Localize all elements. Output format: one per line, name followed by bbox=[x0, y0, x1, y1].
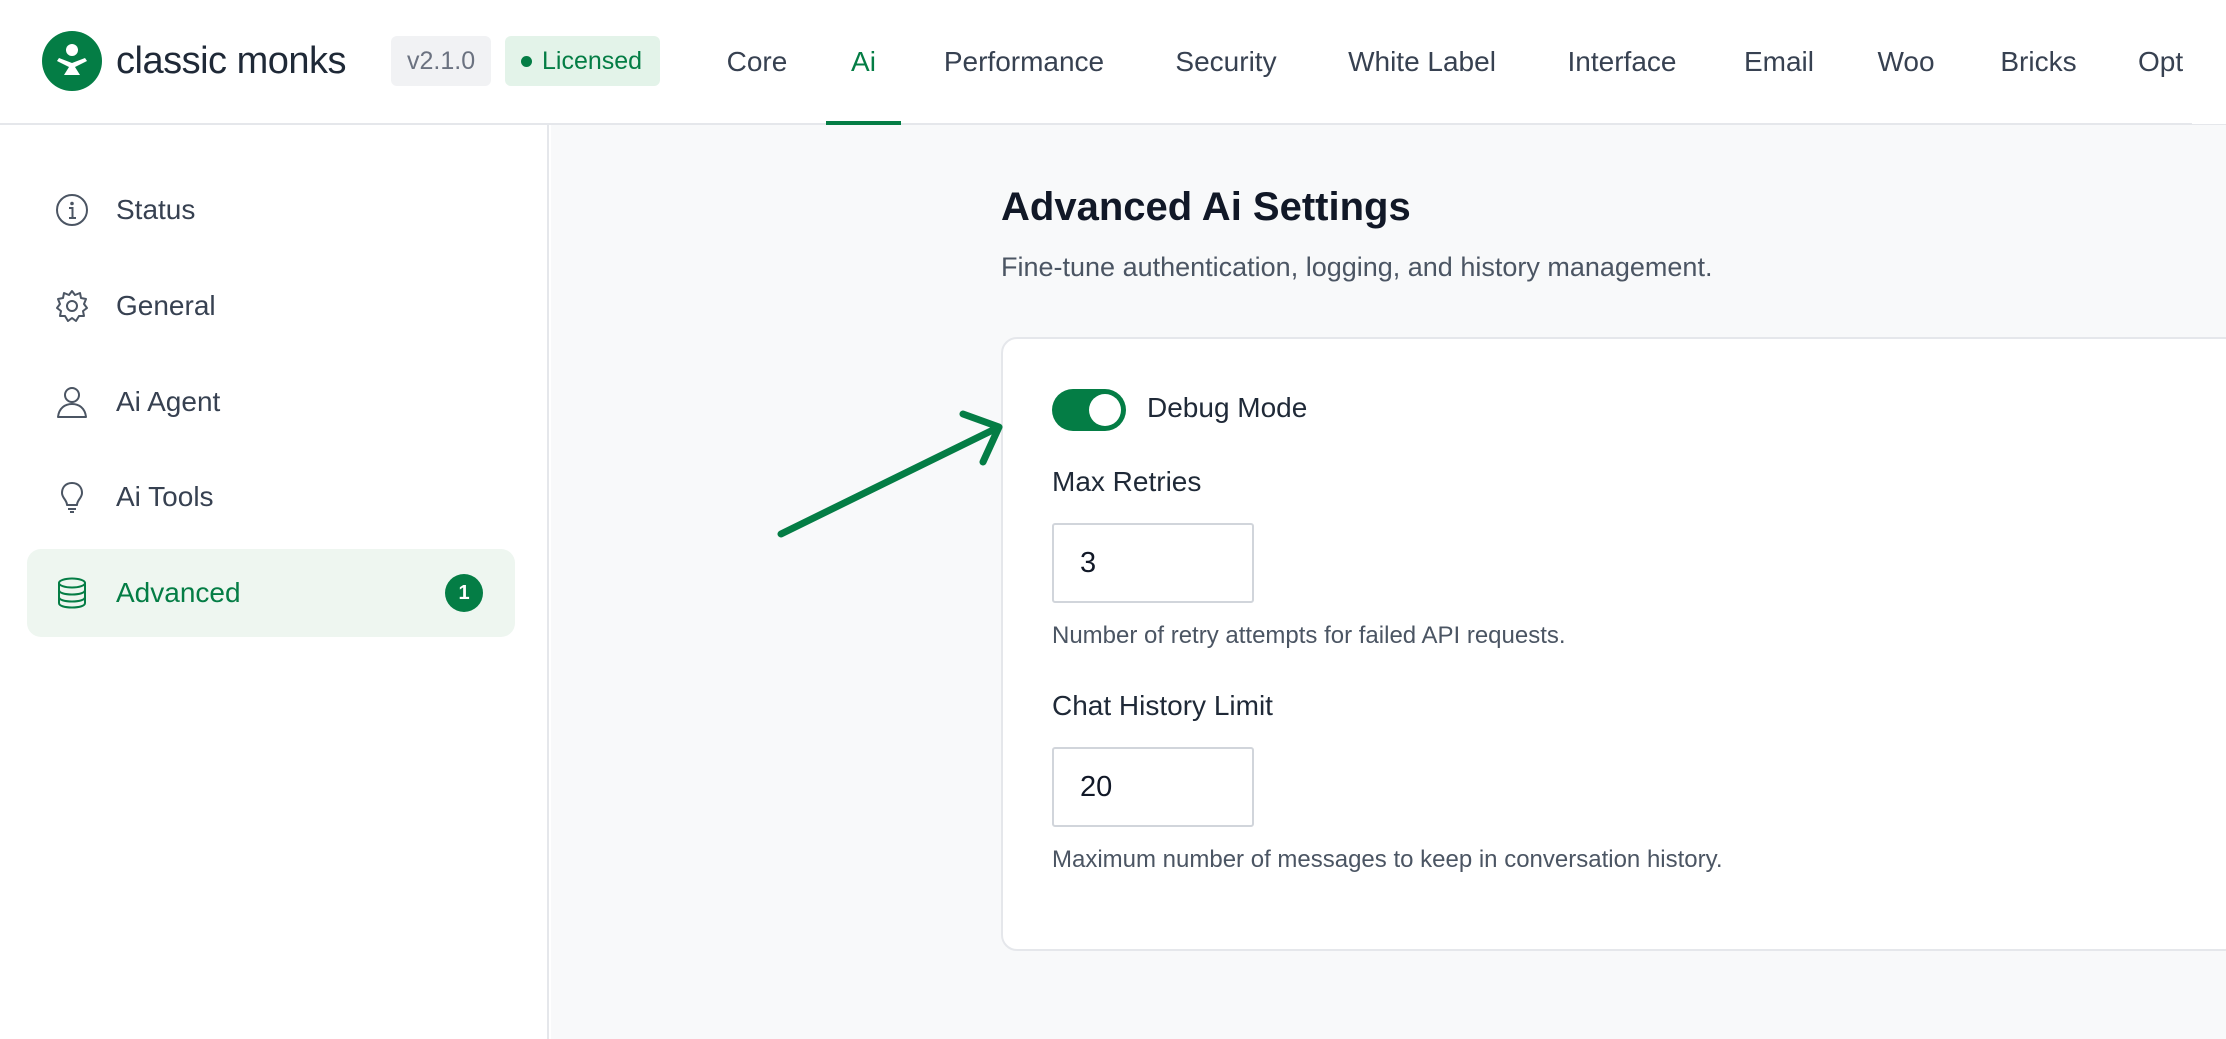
license-status-label: Licensed bbox=[542, 46, 643, 75]
tab-email[interactable]: Email bbox=[1738, 0, 1820, 124]
tab-overflow-fade bbox=[2192, 0, 2226, 124]
page-title: Advanced Ai Settings bbox=[1001, 185, 1411, 229]
tab-opt[interactable]: Opt bbox=[2138, 0, 2198, 124]
monk-logo-icon bbox=[42, 31, 102, 91]
sidebar-item-status[interactable]: Status bbox=[27, 166, 515, 254]
status-dot-icon bbox=[521, 55, 532, 67]
sidebar-item-label: Ai Agent bbox=[116, 386, 221, 417]
debug-mode-label: Debug Mode bbox=[1147, 392, 1308, 423]
tab-performance[interactable]: Performance bbox=[930, 0, 1118, 124]
database-icon bbox=[58, 577, 86, 609]
sidebar-item-ai-tools[interactable]: Ai Tools bbox=[27, 453, 515, 541]
max-retries-label: Max Retries bbox=[1052, 466, 1202, 497]
notification-badge: 1 bbox=[445, 574, 483, 612]
brand-name: classic monks bbox=[116, 39, 347, 82]
license-badge: Licensed bbox=[505, 36, 661, 86]
info-icon bbox=[56, 194, 88, 226]
debug-mode-toggle[interactable] bbox=[1052, 389, 1126, 431]
tab-woo[interactable]: Woo bbox=[1872, 0, 1940, 124]
sidebar-item-general[interactable]: General bbox=[27, 262, 515, 350]
tab-interface[interactable]: Interface bbox=[1556, 0, 1688, 124]
sidebar: Status General Ai Agent Ai Tools Advance… bbox=[0, 125, 549, 1039]
gear-icon bbox=[56, 290, 88, 322]
main-content: Advanced Ai Settings Fine-tune authentic… bbox=[551, 125, 2226, 1039]
page-subtitle: Fine-tune authentication, logging, and h… bbox=[1001, 252, 1713, 282]
sidebar-item-label: Status bbox=[116, 194, 196, 225]
chat-history-limit-help: Maximum number of messages to keep in co… bbox=[1052, 846, 1723, 873]
brand-logo[interactable]: classic monks bbox=[42, 31, 347, 91]
top-bar: classic monks v2.1.0 Licensed Core Ai Pe… bbox=[0, 0, 2226, 125]
settings-card: Debug Mode Max Retries Number of retry a… bbox=[1001, 337, 2226, 951]
tab-bricks[interactable]: Bricks bbox=[1991, 0, 2086, 124]
max-retries-input[interactable] bbox=[1052, 523, 1254, 603]
annotation-arrow-icon bbox=[777, 410, 1003, 538]
sidebar-item-label: Ai Tools bbox=[116, 481, 214, 512]
tab-core[interactable]: Core bbox=[712, 0, 802, 124]
tab-security[interactable]: Security bbox=[1164, 0, 1288, 124]
lightbulb-icon bbox=[61, 482, 83, 513]
sidebar-item-label: General bbox=[116, 290, 216, 321]
sidebar-item-advanced[interactable]: Advanced 1 bbox=[27, 549, 515, 637]
user-icon bbox=[57, 387, 87, 418]
chat-history-limit-label: Chat History Limit bbox=[1052, 690, 1273, 721]
sidebar-item-label: Advanced bbox=[116, 577, 241, 608]
max-retries-help: Number of retry attempts for failed API … bbox=[1052, 622, 1566, 649]
sidebar-item-ai-agent[interactable]: Ai Agent bbox=[27, 358, 515, 446]
chat-history-limit-input[interactable] bbox=[1052, 747, 1254, 827]
tab-ai[interactable]: Ai bbox=[826, 0, 901, 125]
tab-white-label[interactable]: White Label bbox=[1337, 0, 1507, 124]
version-badge: v2.1.0 bbox=[391, 36, 492, 86]
toggle-knob bbox=[1089, 394, 1121, 426]
